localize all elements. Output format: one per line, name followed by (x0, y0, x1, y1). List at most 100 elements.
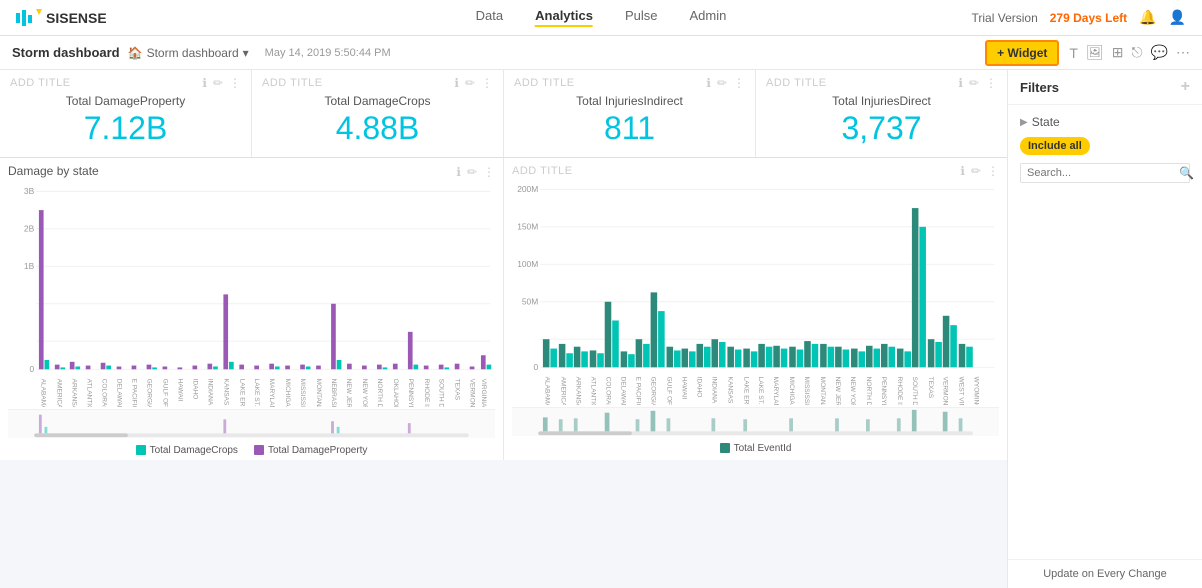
widget-injuries-indirect: ADD TITLE ℹ ✏ ⋮ Total InjuriesIndirect 8… (504, 70, 756, 157)
more-icon[interactable]: ⋮ (483, 165, 495, 179)
svg-text:MICHIGAN: MICHIGAN (284, 379, 291, 407)
svg-text:RHODE ISLAND: RHODE ISLAND (896, 377, 903, 405)
more-icon[interactable]: ⋯ (1176, 44, 1190, 61)
svg-text:MICHIGAN: MICHIGAN (788, 377, 795, 405)
legend-label-eventid: Total EventId (734, 443, 792, 454)
svg-text:HAWAII: HAWAII (680, 377, 687, 400)
info-icon[interactable]: ℹ (456, 165, 461, 179)
nav-analytics[interactable]: Analytics (535, 8, 593, 27)
svg-text:NORTH DAKOTA: NORTH DAKOTA (376, 379, 383, 407)
edit-icon[interactable]: ✏ (213, 76, 223, 90)
svg-text:NORTH DAKOTA: NORTH DAKOTA (865, 377, 872, 405)
edit-icon[interactable]: ✏ (971, 164, 981, 178)
legend-dot-property (254, 445, 264, 455)
svg-text:DELAWARE: DELAWARE (116, 379, 123, 407)
chevron-down-icon: ▾ (243, 46, 249, 60)
widget2-add-title: ADD TITLE (262, 77, 323, 89)
svg-text:NEBRASKA: NEBRASKA (330, 379, 337, 407)
filters-footer[interactable]: Update on Every Change (1008, 559, 1202, 588)
edit-icon[interactable]: ✏ (969, 76, 979, 90)
toolbar-date: May 14, 2019 5:50:44 PM (265, 47, 391, 59)
edit-icon[interactable]: ✏ (717, 76, 727, 90)
share-icon[interactable]: ⎋ (1131, 44, 1142, 61)
svg-text:TEXAS: TEXAS (927, 377, 934, 399)
filter-include-all-tag[interactable]: Include all (1020, 137, 1090, 155)
info-icon[interactable]: ℹ (454, 76, 459, 90)
home-icon: 🏠 (128, 46, 143, 60)
edit-icon[interactable]: ✏ (465, 76, 475, 90)
svg-text:1B: 1B (24, 261, 35, 271)
svg-text:LAKE ERIE: LAKE ERIE (742, 377, 749, 405)
svg-text:DELAWARE: DELAWARE (620, 377, 627, 405)
svg-text:COLORADO: COLORADO (101, 379, 108, 407)
svg-text:AMERICAN SAM...: AMERICAN SAM... (56, 379, 63, 407)
svg-text:GULF OF ALASK...: GULF OF ALASK... (665, 377, 672, 405)
chart1-mini-svg (8, 410, 495, 438)
more-icon[interactable]: ⋮ (985, 76, 997, 90)
svg-text:VERMONT: VERMONT (942, 377, 949, 405)
charts-row: Damage by state ℹ ✏ ⋮ (0, 158, 1007, 460)
text-icon[interactable]: T (1069, 45, 1078, 61)
add-widget-button[interactable]: + Widget (985, 40, 1059, 66)
info-icon[interactable]: ℹ (960, 164, 965, 178)
filters-panel: Filters + ▶ State Include all 🔍 Update o… (1007, 70, 1202, 588)
filters-add-button[interactable]: + (1181, 78, 1190, 96)
widget4-label: Total InjuriesDirect (766, 94, 997, 108)
chart1-mini (8, 409, 495, 441)
nav-right: Trial Version 279 Days Left 🔔 👤 (972, 9, 1187, 26)
comment-icon[interactable]: 💬 (1151, 44, 1168, 61)
more-icon[interactable]: ⋮ (229, 76, 241, 90)
chart1-title: Damage by state (8, 164, 99, 178)
svg-text:KANSAS: KANSAS (222, 379, 229, 406)
dashboard-nav-label: Storm dashboard (147, 46, 239, 60)
widget4-value: 3,737 (766, 110, 997, 147)
days-left: 279 Days Left (1050, 11, 1127, 25)
more-icon[interactable]: ⋮ (987, 164, 999, 178)
svg-text:LAKE ERIE: LAKE ERIE (238, 379, 245, 407)
nav-pulse[interactable]: Pulse (625, 8, 658, 27)
svg-text:LAKE ST. CLAIR: LAKE ST. CLAIR (253, 379, 260, 407)
info-icon[interactable]: ℹ (958, 76, 963, 90)
image-icon[interactable]: 🖼 (1086, 44, 1104, 61)
more-icon[interactable]: ⋮ (733, 76, 745, 90)
svg-text:ARKANSAS: ARKANSAS (575, 377, 582, 405)
filter-search-icon: 🔍 (1175, 166, 1198, 180)
filter-state-row[interactable]: ▶ State (1020, 111, 1190, 133)
chart2-mini-svg (512, 408, 999, 436)
svg-text:2B: 2B (24, 224, 35, 234)
info-icon[interactable]: ℹ (202, 76, 207, 90)
nav-admin[interactable]: Admin (689, 8, 726, 27)
bell-icon[interactable]: 🔔 (1139, 9, 1156, 26)
table-icon[interactable]: ⊞ (1112, 44, 1124, 61)
chart-damage-by-state: Damage by state ℹ ✏ ⋮ (0, 158, 504, 460)
filter-search-input[interactable] (1021, 164, 1175, 182)
svg-text:INDIANA: INDIANA (206, 379, 213, 406)
edit-icon[interactable]: ✏ (467, 165, 477, 179)
dashboard-nav[interactable]: 🏠 Storm dashboard ▾ (128, 46, 249, 60)
chart2-area: 200M 150M 100M 50M 0 (512, 180, 999, 405)
filter-state-label: State (1032, 115, 1060, 129)
svg-text:MARYLAND: MARYLAND (772, 377, 779, 405)
legend-label-crops: Total DamageCrops (150, 445, 238, 456)
dashboard: ADD TITLE ℹ ✏ ⋮ Total DamageProperty 7.1… (0, 70, 1007, 588)
svg-text:100M: 100M (517, 259, 538, 269)
svg-text:NEW JERSEY: NEW JERSEY (345, 379, 352, 407)
trial-version: Trial Version (972, 11, 1038, 25)
svg-text:RHODE ISLAND: RHODE ISLAND (423, 379, 430, 407)
svg-text:INDIANA: INDIANA (710, 377, 717, 404)
svg-text:KANSAS: KANSAS (726, 377, 733, 404)
chart2-mini (512, 407, 999, 439)
svg-text:ATLANTIC SOUT...: ATLANTIC SOUT... (86, 379, 93, 407)
widget1-add-title: ADD TITLE (10, 77, 71, 89)
user-icon[interactable]: 👤 (1169, 9, 1186, 26)
filter-section-state: ▶ State Include all 🔍 (1008, 105, 1202, 189)
svg-text:GULF OF ALASK...: GULF OF ALASK... (161, 379, 168, 407)
svg-text:0: 0 (30, 364, 35, 374)
nav-data[interactable]: Data (476, 8, 503, 27)
svg-text:NEW JERSEY: NEW JERSEY (834, 377, 841, 405)
more-icon[interactable]: ⋮ (481, 76, 493, 90)
svg-text:AMERICAN SAM...: AMERICAN SAM... (560, 377, 567, 405)
info-icon[interactable]: ℹ (706, 76, 711, 90)
toolbar-icons: T 🖼 ⊞ ⎋ 💬 ⋯ (1069, 44, 1190, 61)
svg-text:50M: 50M (522, 297, 538, 307)
